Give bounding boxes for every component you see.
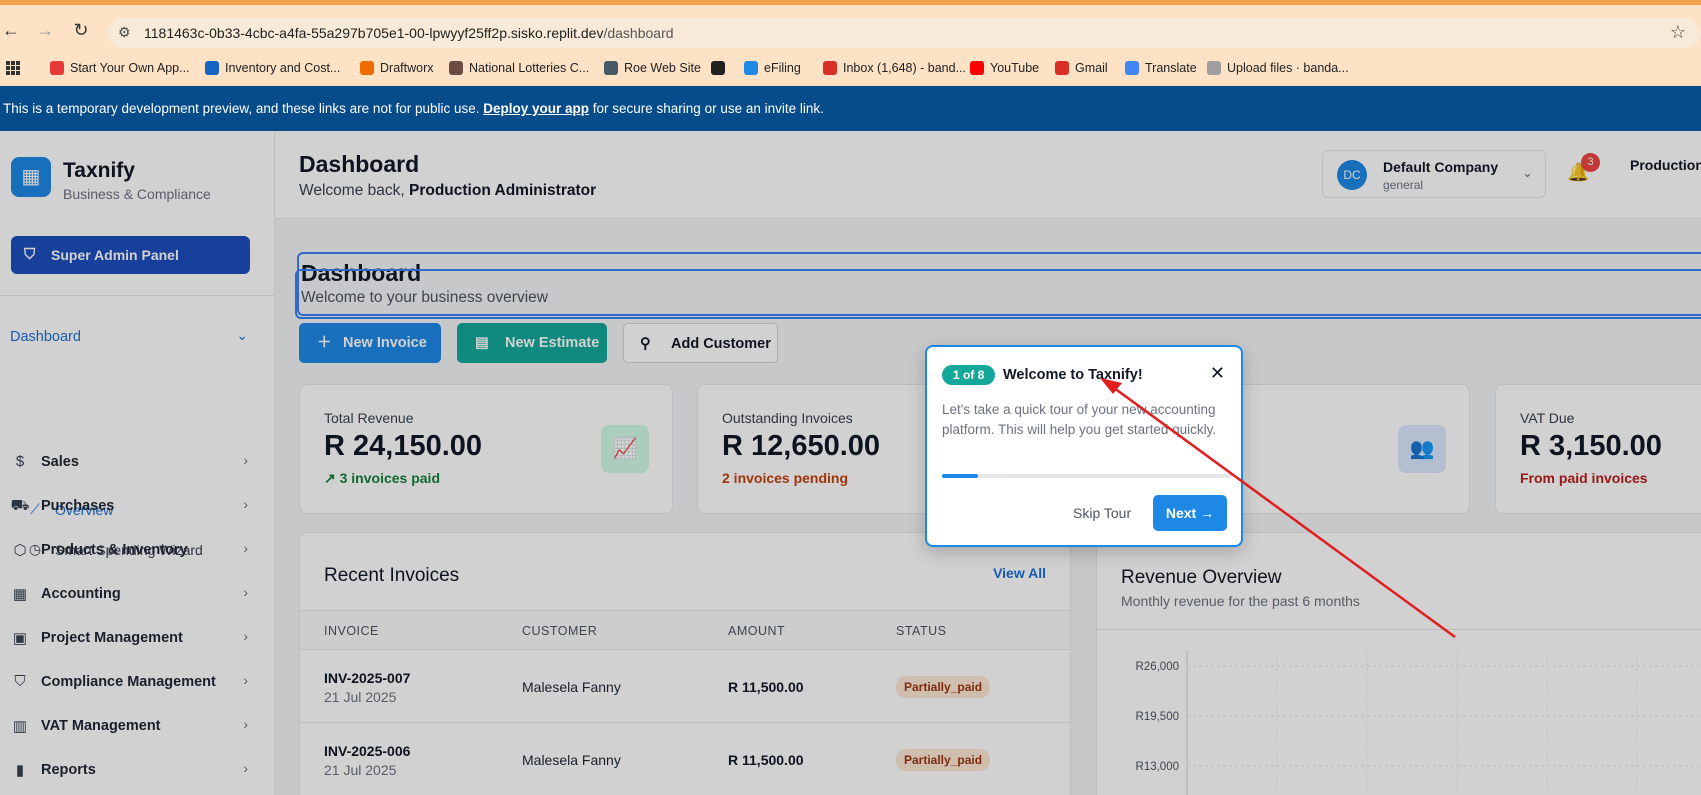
reload-icon[interactable]: ↻ <box>70 19 92 41</box>
bookmark-item[interactable]: Roe Web Site <box>604 61 701 75</box>
banner-text-after: for secure sharing or use an invite link… <box>589 101 824 116</box>
bookmark-label: Gmail <box>1075 61 1108 75</box>
bookmark-item[interactable]: Gmail <box>1055 61 1108 75</box>
bookmark-item[interactable]: National Lotteries C... <box>449 61 589 75</box>
back-icon[interactable]: ← <box>0 19 22 41</box>
bookmark-favicon-icon <box>1207 61 1221 75</box>
tour-overlay <box>0 131 1701 795</box>
bookmark-label: eFiling <box>764 61 801 75</box>
bookmark-favicon-icon <box>1055 61 1069 75</box>
bookmark-label: Draftworx <box>380 61 434 75</box>
bookmark-item[interactable]: Upload files · banda... <box>1207 61 1349 75</box>
tour-progress-track <box>942 474 1232 478</box>
bookmark-label: Upload files · banda... <box>1227 61 1349 75</box>
bookmark-item[interactable]: Inventory and Cost... <box>205 61 340 75</box>
url-host: 1181463c-0b33-4cbc-a4fa-55a297b705e1-00-… <box>144 25 604 41</box>
bookmark-favicon-icon <box>823 61 837 75</box>
bookmark-favicon-icon <box>604 61 618 75</box>
bookmark-item[interactable]: Start Your Own App... <box>50 61 190 75</box>
bookmark-item[interactable]: Draftworx <box>360 61 433 75</box>
bookmark-favicon-icon <box>449 61 463 75</box>
bookmark-favicon-icon <box>205 61 219 75</box>
bookmark-label: Roe Web Site <box>624 61 701 75</box>
preview-banner: This is a temporary development preview,… <box>0 86 1701 131</box>
bookmark-favicon-icon <box>50 61 64 75</box>
address-bar[interactable]: ⚙ 1181463c-0b33-4cbc-a4fa-55a297b705e1-0… <box>108 18 1700 48</box>
tour-progress-fill <box>942 474 979 478</box>
browser-nav-row: ← → ↻ ⚙ 1181463c-0b33-4cbc-a4fa-55a297b7… <box>0 13 1701 51</box>
tour-popover: 1 of 8 Welcome to Taxnify! ✕ Let's take … <box>925 345 1243 547</box>
tour-step-badge: 1 of 8 <box>942 365 996 385</box>
bookmark-item[interactable]: Inbox (1,648) - band... <box>823 61 966 75</box>
bookmark-item[interactable]: YouTube <box>970 61 1039 75</box>
bookmark-item[interactable] <box>711 61 725 75</box>
apps-grid-icon[interactable] <box>6 61 20 75</box>
bookmark-item[interactable]: Translate <box>1125 61 1197 75</box>
bookmark-label: YouTube <box>990 61 1040 75</box>
close-icon[interactable]: ✕ <box>1210 363 1225 384</box>
url-path: /dashboard <box>603 25 674 41</box>
forward-icon[interactable]: → <box>34 19 56 41</box>
bookmark-star-icon[interactable]: ☆ <box>1670 22 1686 43</box>
bookmark-item[interactable]: eFiling <box>744 61 801 75</box>
skip-tour-button[interactable]: Skip Tour <box>1073 505 1131 521</box>
bookmark-favicon-icon <box>360 61 374 75</box>
bookmark-favicon-icon <box>744 61 758 75</box>
bookmark-label: Inventory and Cost... <box>225 61 341 75</box>
tour-title: Welcome to Taxnify! <box>1003 367 1143 383</box>
bookmarks-bar: Start Your Own App... Inventory and Cost.… <box>0 57 1701 83</box>
next-button[interactable]: Next → <box>1153 495 1227 531</box>
bookmark-label: Translate <box>1145 61 1197 75</box>
tour-body: Let's take a quick tour of your new acco… <box>942 402 1217 437</box>
site-settings-icon[interactable]: ⚙ <box>118 24 131 41</box>
browser-chrome: ← → ↻ ⚙ 1181463c-0b33-4cbc-a4fa-55a297b7… <box>0 0 1701 86</box>
bookmark-favicon-icon <box>711 61 725 75</box>
bookmark-label: Inbox (1,648) - band... <box>843 61 966 75</box>
bookmark-favicon-icon <box>1125 61 1139 75</box>
deploy-link[interactable]: Deploy your app <box>483 101 589 116</box>
banner-text-before: This is a temporary development preview,… <box>3 101 484 116</box>
url-text[interactable]: 1181463c-0b33-4cbc-a4fa-55a297b705e1-00-… <box>144 25 674 41</box>
bookmark-label: Start Your Own App... <box>70 61 190 75</box>
bookmark-favicon-icon <box>970 61 984 75</box>
bookmark-label: National Lotteries C... <box>469 61 590 75</box>
